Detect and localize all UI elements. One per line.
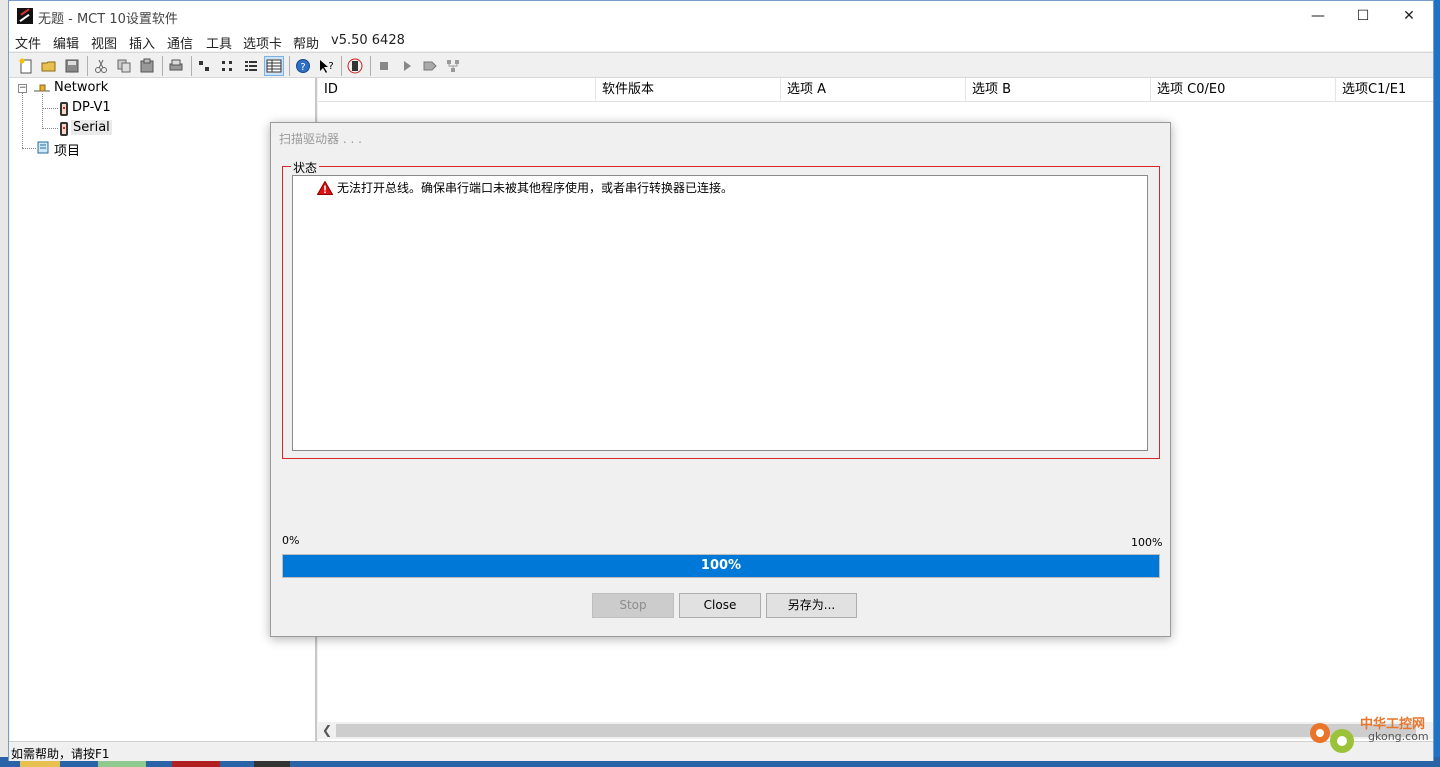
horizontal-scrollbar[interactable]: ❮	[318, 722, 1433, 739]
project-icon	[37, 141, 49, 154]
network-icon	[34, 84, 50, 92]
window-title: 无题 - MCT 10设置软件	[38, 12, 178, 27]
status-bar: 如需帮助，请按F1	[9, 741, 1433, 761]
menu-tabs[interactable]: 选项卡	[243, 33, 282, 52]
status-text: 如需帮助，请按F1	[11, 747, 110, 761]
menu-bar: 文件 编辑 视图 插入 通信 工具 选项卡 帮助 v5.50 6428	[9, 31, 1433, 52]
close-window-button[interactable]: ✕	[1386, 1, 1432, 31]
list-view-icon[interactable]	[241, 56, 261, 76]
minimize-button[interactable]: —	[1295, 1, 1341, 31]
tree-item-serial[interactable]: Serial	[71, 120, 112, 135]
paste-icon[interactable]	[137, 56, 157, 76]
progress-label: 100%	[700, 558, 742, 573]
device-icon	[60, 102, 68, 116]
warning-icon	[317, 180, 333, 195]
column-option-a[interactable]: 选项 A	[781, 78, 966, 102]
progress-max-label: 100%	[1131, 536, 1163, 549]
gear-icon	[1310, 723, 1354, 753]
svg-text:?: ?	[328, 61, 333, 72]
small-icons-view-icon[interactable]	[218, 56, 238, 76]
list-header: ID 软件版本 选项 A 选项 B 选项 C0/E0 选项C1/E1	[318, 78, 1433, 102]
log-entry: 无法打开总线。确保串行端口未被其他程序使用，或者串行转换器已连接。	[317, 179, 733, 196]
status-log[interactable]: 无法打开总线。确保串行端口未被其他程序使用，或者串行转换器已连接。	[292, 175, 1148, 451]
column-id[interactable]: ID	[318, 78, 596, 102]
stop-icon[interactable]	[374, 56, 394, 76]
details-view-icon[interactable]	[264, 56, 284, 76]
app-icon	[17, 8, 33, 24]
tree-item-project[interactable]: 项目	[54, 140, 80, 159]
scrollbar-thumb[interactable]	[336, 724, 1416, 737]
large-icons-view-icon[interactable]	[195, 56, 215, 76]
progress-min-label: 0%	[282, 534, 300, 547]
watermark-text-url: gkong.com	[1368, 730, 1429, 743]
column-option-b[interactable]: 选项 B	[966, 78, 1151, 102]
tree-item-dp-v1[interactable]: DP-V1	[72, 100, 111, 115]
close-button[interactable]: Close	[679, 593, 761, 618]
context-help-icon[interactable]: ?	[316, 56, 336, 76]
print-icon[interactable]	[166, 56, 186, 76]
svg-text:?: ?	[300, 62, 305, 73]
scroll-left-icon[interactable]: ❮	[322, 722, 332, 739]
open-folder-icon[interactable]	[39, 56, 59, 76]
menu-file[interactable]: 文件	[15, 33, 41, 52]
tag-icon[interactable]	[420, 56, 440, 76]
tree-item-network[interactable]: Network	[54, 80, 108, 95]
cut-icon[interactable]	[91, 56, 111, 76]
toolbar: ? ?	[9, 52, 1433, 78]
column-software-version[interactable]: 软件版本	[596, 78, 781, 102]
network-icon[interactable]	[443, 56, 463, 76]
column-option-c1-e1[interactable]: 选项C1/E1	[1336, 78, 1433, 102]
status-group: 状态 无法打开总线。确保串行端口未被其他程序使用，或者串行转换器已连接。	[282, 159, 1160, 459]
dialog-title: 扫描驱动器 . . .	[279, 132, 362, 146]
version-label: v5.50 6428	[331, 33, 405, 48]
menu-view[interactable]: 视图	[91, 33, 117, 52]
help-icon[interactable]: ?	[293, 56, 313, 76]
menu-help[interactable]: 帮助	[293, 33, 319, 52]
column-option-c0-e0[interactable]: 选项 C0/E0	[1151, 78, 1336, 102]
stop-button[interactable]: Stop	[592, 593, 674, 618]
menu-communication[interactable]: 通信	[167, 33, 193, 52]
menu-tools[interactable]: 工具	[206, 33, 232, 52]
save-as-button[interactable]: 另存为...	[766, 593, 857, 618]
new-file-icon[interactable]	[16, 56, 36, 76]
tree-expander[interactable]: −	[18, 84, 27, 93]
watermark-logo: 中华工控网 gkong.com	[1300, 705, 1435, 757]
device-icon	[60, 122, 68, 136]
menu-insert[interactable]: 插入	[129, 33, 155, 52]
copy-icon[interactable]	[114, 56, 134, 76]
title-bar: 无题 - MCT 10设置软件 — ☐ ✕	[9, 1, 1433, 31]
menu-edit[interactable]: 编辑	[53, 33, 79, 52]
play-icon[interactable]	[397, 56, 417, 76]
progress-bar: 100%	[282, 554, 1160, 578]
status-group-label: 状态	[291, 159, 320, 176]
log-message: 无法打开总线。确保串行端口未被其他程序使用，或者串行转换器已连接。	[337, 181, 734, 195]
save-icon[interactable]	[62, 56, 82, 76]
drive-icon[interactable]	[345, 56, 365, 76]
scan-drives-dialog: 扫描驱动器 . . . 状态 无法打开总线。确保串行端口未被其他程序使用，或者串…	[270, 122, 1171, 637]
maximize-button[interactable]: ☐	[1340, 1, 1386, 31]
